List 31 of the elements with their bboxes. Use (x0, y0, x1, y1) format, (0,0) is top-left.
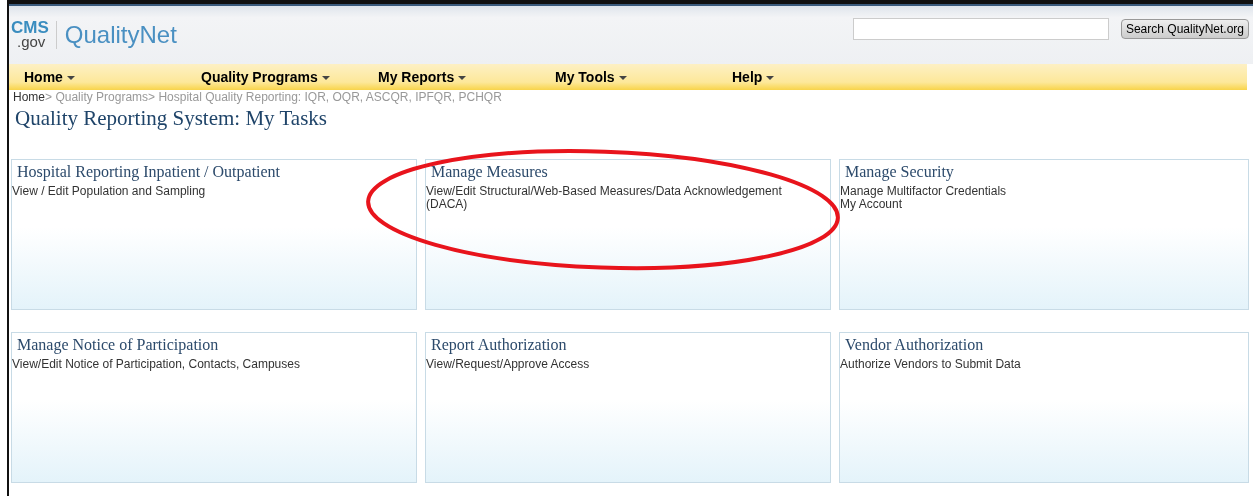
caret-icon (321, 76, 330, 81)
task-link[interactable]: Authorize Vendors to Submit Data (840, 358, 1248, 371)
task-link[interactable]: View/Request/Approve Access (426, 358, 830, 371)
tile-title: Report Authorization (430, 335, 568, 356)
tile-title: Manage Notice of Participation (16, 335, 220, 356)
task-link[interactable]: Manage Multifactor Credentials (840, 185, 1248, 198)
task-link[interactable]: View/Edit Structural/Web-Based Measures/Data Acknowledgement (DACA) (426, 185, 830, 211)
logo-text: .gov (16, 35, 47, 49)
caret-icon (66, 76, 75, 81)
page-title: Quality Reporting System: My Tasks (15, 106, 328, 131)
logo-text: CMS (11, 21, 49, 35)
nav-menu[interactable]: My Tools (555, 69, 732, 85)
caret-icon (766, 76, 775, 81)
task-link[interactable]: View / Edit Population and Sampling (12, 185, 416, 198)
task-link[interactable]: My Account (840, 198, 1248, 211)
nav-menu[interactable]: Home (24, 69, 201, 85)
caret-icon (458, 76, 467, 81)
tile-title: Vendor Authorization (844, 335, 985, 355)
tile-title: Hospital Reporting Inpatient / Outpatient (16, 162, 282, 183)
breadcrumb-separator: > (148, 90, 156, 104)
caret-icon (618, 76, 627, 81)
tile-title: Manage Measures (430, 162, 549, 183)
search-field[interactable] (852, 18, 1109, 40)
breadcrumb-separator: > (45, 90, 53, 104)
breadcrumb-link[interactable]: Home (13, 90, 45, 104)
task-link[interactable]: View/Edit Notice of Participation, Contacts, Campuses (12, 358, 416, 371)
nav-menu[interactable]: My Reports (378, 69, 555, 85)
tile-title: Manage Security (844, 162, 955, 183)
search-button[interactable]: Search QualityNet.org (1120, 19, 1249, 39)
nav-menu[interactable]: Quality Programs (201, 69, 378, 85)
nav-menu[interactable]: Help (732, 69, 909, 85)
